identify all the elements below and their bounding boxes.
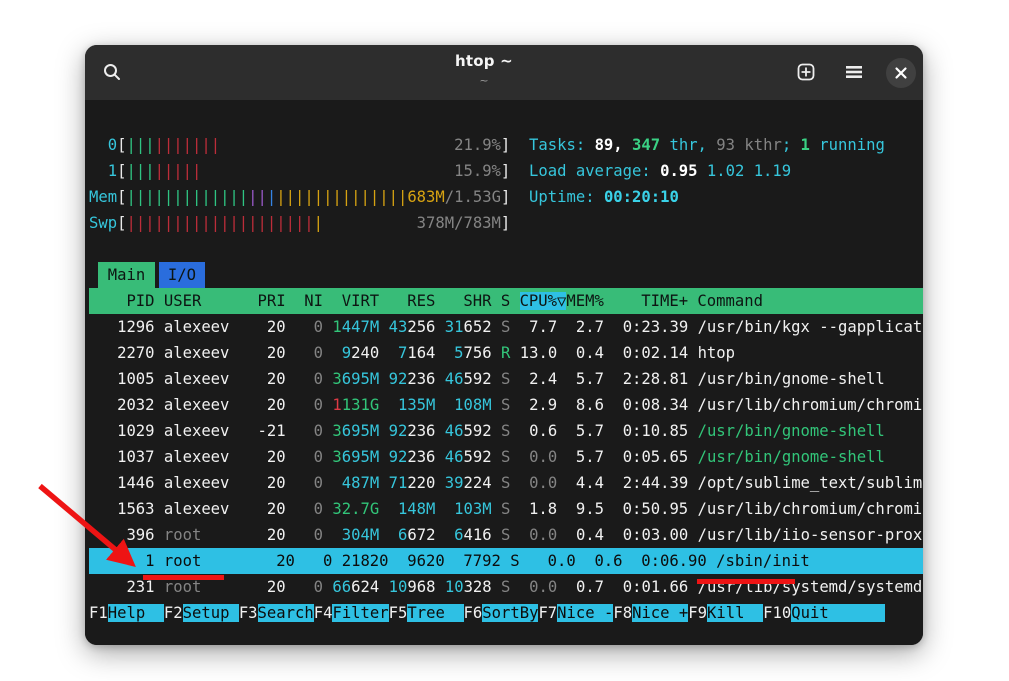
fkey-f1-help-button[interactable]: Help: [108, 604, 164, 622]
fkey-f7-label: F7: [538, 604, 557, 622]
fkey-f4-label: F4: [314, 604, 333, 622]
process-row-pid-1029[interactable]: 1029 alexeev -21 0 3695M 92236 46592 S 0…: [89, 418, 923, 444]
blank-line: [89, 236, 923, 262]
fkey-f4-filter-button[interactable]: Filter: [332, 604, 388, 622]
fkey-f2-label: F2: [164, 604, 183, 622]
search-icon: [102, 62, 122, 82]
fkey-f5-tree-button[interactable]: Tree: [407, 604, 463, 622]
fkey-f7-nice--button[interactable]: Nice -: [557, 604, 613, 622]
function-key-bar: F1Help F2Setup F3SearchF4FilterF5Tree F6…: [89, 600, 923, 626]
menu-button[interactable]: [837, 55, 871, 89]
hamburger-menu-icon: [844, 62, 864, 82]
process-row-pid-2270[interactable]: 2270 alexeev 20 0 9240 7164 5756 R 13.0 …: [89, 340, 923, 366]
close-button[interactable]: [886, 58, 916, 88]
fkey-f6-label: F6: [464, 604, 483, 622]
window-subtitle: ~: [205, 74, 763, 87]
fkey-f2-setup-button[interactable]: Setup: [183, 604, 239, 622]
titlebar: htop ~ ~: [85, 45, 923, 100]
tab-main[interactable]: Main: [98, 262, 154, 288]
meter-line-mem: Mem[||||||||||||||||||||||||||||||683M/1…: [89, 184, 923, 210]
search-button[interactable]: [95, 55, 129, 89]
fkey-f8-label: F8: [613, 604, 632, 622]
screen-tabs: Main I/O: [89, 262, 923, 288]
fkey-f9-kill-button[interactable]: Kill: [707, 604, 763, 622]
new-tab-button[interactable]: [789, 55, 823, 89]
process-row-pid-1446[interactable]: 1446 alexeev 20 0 487M 71220 39224 S 0.0…: [89, 470, 923, 496]
fkey-f3-label: F3: [239, 604, 258, 622]
window-title: htop ~: [205, 52, 763, 70]
fkey-f6-sortby-button[interactable]: SortBy: [482, 604, 538, 622]
fkey-f10-label: F10: [763, 604, 791, 622]
process-row-pid-2032[interactable]: 2032 alexeev 20 0 1131G 135M 108M S 2.9 …: [89, 392, 923, 418]
fkey-f1-label: F1: [89, 604, 108, 622]
fkey-f5-label: F5: [389, 604, 408, 622]
htop-terminal[interactable]: 0[|||||||||| 21.9%] Tasks: 89, 347 thr, …: [85, 100, 923, 645]
process-table-header[interactable]: PID USER PRI NI VIRT RES SHR S CPU%▽MEM%…: [89, 288, 923, 314]
meter-line-0: 0[|||||||||| 21.9%] Tasks: 89, 347 thr, …: [89, 132, 923, 158]
fkey-f9-label: F9: [688, 604, 707, 622]
process-row-pid-1[interactable]: 1 root 20 0 21820 9620 7792 S 0.0 0.6 0:…: [89, 548, 923, 574]
process-row-pid-1563[interactable]: 1563 alexeev 20 0 32.7G 148M 103M S 1.8 …: [89, 496, 923, 522]
fkey-f8-nice--button[interactable]: Nice +: [632, 604, 688, 622]
process-row-pid-1296[interactable]: 1296 alexeev 20 0 1447M 43256 31652 S 7.…: [89, 314, 923, 340]
process-row-pid-231[interactable]: 231 root 20 0 66624 10968 10328 S 0.0 0.…: [89, 574, 923, 600]
tab-io[interactable]: I/O: [159, 262, 206, 288]
stats-line-2: Uptime: 00:20:10: [529, 188, 679, 206]
stats-line-1: Load average: 0.95 1.02 1.19: [529, 162, 791, 180]
title-wrap: htop ~ ~: [205, 52, 763, 87]
meter-line-1: 1[|||||||| 15.9%] Load average: 0.95 1.0…: [89, 158, 923, 184]
process-row-pid-396[interactable]: 396 root 20 0 304M 6672 6416 S 0.0 0.4 0…: [89, 522, 923, 548]
meter-line-swp: Swp[||||||||||||||||||||| 378M/783M]: [89, 210, 923, 236]
close-icon: [894, 66, 908, 80]
fkey-f10-quit-button[interactable]: Quit: [791, 604, 885, 622]
new-tab-icon: [796, 62, 816, 82]
process-row-pid-1037[interactable]: 1037 alexeev 20 0 3695M 92236 46592 S 0.…: [89, 444, 923, 470]
process-row-pid-1005[interactable]: 1005 alexeev 20 0 3695M 92236 46592 S 2.…: [89, 366, 923, 392]
fkey-f3-search-button[interactable]: Search: [258, 604, 314, 622]
terminal-window: htop ~ ~ 0[||||||||||: [85, 45, 923, 645]
stats-line-0: Tasks: 89, 347 thr, 93 kthr; 1 running: [529, 136, 885, 154]
